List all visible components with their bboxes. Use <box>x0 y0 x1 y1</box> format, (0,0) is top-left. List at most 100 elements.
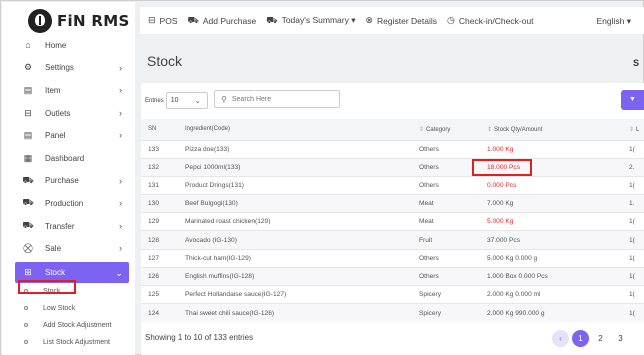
circle-icon <box>24 340 28 345</box>
truck-icon: ⛟ <box>22 197 34 208</box>
search-placeholder: Search Here <box>231 95 272 103</box>
brand-logo[interactable]: FiN RMS <box>28 8 130 34</box>
checkin-checkout-link[interactable]: ◷ Check-in/Check-out <box>447 15 534 26</box>
page-button-1[interactable]: 1 <box>572 330 589 347</box>
col-ingredient[interactable]: Ingredient(Code) <box>178 119 410 140</box>
panel-icon: ▤ <box>23 130 33 141</box>
col-last[interactable]: ⇕ L <box>621 119 644 140</box>
sort-icon: ⇕ <box>487 126 493 133</box>
table-row[interactable]: 128 Avocado (IG-130) Fruit 37.000 Pcs 1( <box>141 230 644 250</box>
stock-icon: ⊞ <box>24 266 32 277</box>
page-title: Stock <box>147 53 183 69</box>
chevron-right-icon: › <box>119 107 122 118</box>
col-sn[interactable]: SN <box>141 119 178 140</box>
sidebar-item-purchase[interactable]: ⛟ Purchase › <box>2 170 135 193</box>
truck-icon: ⛟ <box>266 14 278 25</box>
cell-ingredient: Beef Bulgogi(130) <box>178 194 410 213</box>
cell-last: 1( <box>621 266 644 286</box>
stock-highlight-box <box>18 280 76 294</box>
cell-sn: 126 <box>141 266 178 286</box>
cell-stock-qty: 2.000 Kg 990.000 g <box>478 303 621 322</box>
entries-label: Entries <box>145 97 164 104</box>
cell-sn: 133 <box>141 139 178 159</box>
logo-text: FiN RMS <box>57 12 130 30</box>
cell-category: Others <box>410 266 478 286</box>
cell-last: 2. <box>621 157 644 177</box>
add-purchase-link[interactable]: ⛟ Add Purchase <box>188 15 257 27</box>
page-title-right: S <box>632 58 639 68</box>
sidebar-item-sale[interactable]: ⛒ Sale › <box>2 237 135 260</box>
cell-sn: 128 <box>141 230 178 250</box>
page-button-3[interactable]: 3 <box>612 330 629 347</box>
stock-table: SN Ingredient(Code) ⇕ Category ⇕ Stock Qty… <box>141 119 644 322</box>
sidebar-item-settings[interactable]: ⚙ Settings › <box>2 57 135 80</box>
home-icon: ⌂ <box>25 40 31 51</box>
sidebar-nav: ⌂ Home ⚙ Settings › ▤ Item › ⊟ Outlets › ▤ Panel › ▦ Da… <box>2 34 135 351</box>
cell-ingredient: Product Drings(131) <box>178 175 410 195</box>
cell-category: Others <box>410 248 478 268</box>
cell-category: Others <box>410 139 478 159</box>
table-row[interactable]: 125 Perfect Hollandaise sauce(IG-127) Spic… <box>141 284 644 304</box>
cell-stock-qty: 7.000 Kg <box>478 194 621 213</box>
language-select[interactable]: English ▾ <box>596 16 631 27</box>
chevron-right-icon: › <box>119 85 122 96</box>
sidebar-item-production[interactable]: ⛟ Production › <box>2 192 135 215</box>
table-row[interactable]: 130 Beef Bulgogi(130) Meat 7.000 Kg 1. <box>141 194 644 213</box>
sidebar-item-dashboard[interactable]: ▦ Dashboard <box>2 147 135 170</box>
cell-stock-qty: 5.000 Kg 0.000 g <box>478 248 621 268</box>
sidebar-item-item[interactable]: ▤ Item › <box>2 79 135 102</box>
table-row[interactable]: 131 Product Drings(131) Others 0.000 Pcs 1( <box>141 175 644 195</box>
sidebar-item-home[interactable]: ⌂ Home <box>2 34 135 57</box>
todays-summary-dropdown[interactable]: ⛟ Today's Summary ▾ <box>266 15 355 27</box>
chevron-right-icon: › <box>119 220 122 231</box>
cell-ingredient: Thai sweet chili sauce(IG-126) <box>178 303 410 322</box>
cell-ingredient: Thick-cut ham(IG-129) <box>178 248 410 268</box>
search-input[interactable]: ⚲ Search Here <box>214 90 340 108</box>
chevron-down-icon: ⌄ <box>115 267 123 278</box>
table-row[interactable]: 124 Thai sweet chili sauce(IG-126) Spicery… <box>141 303 644 322</box>
cart-icon: ⛒ <box>23 243 33 254</box>
submenu-item-list-stock-adjustment[interactable]: List Stock Adjustment <box>2 334 135 351</box>
entries-select[interactable]: 10 ⌄ <box>165 92 208 109</box>
cell-sn: 124 <box>141 303 178 322</box>
sort-icon: ⇕ <box>419 126 425 133</box>
chevron-down-icon: ⌄ <box>194 98 201 105</box>
col-stock-qty[interactable]: ⇕ Stock Qty/Amount <box>478 119 621 140</box>
chevron-right-icon: › <box>119 243 122 254</box>
cell-last: 1( <box>621 175 644 195</box>
sort-icon: ⇕ <box>629 126 635 133</box>
sidebar-item-outlets[interactable]: ⊟ Outlets › <box>2 102 135 125</box>
sidebar: FiN RMS ⌂ Home ⚙ Settings › ▤ Item › ⊟ Outlets › ▤ P… <box>2 2 135 355</box>
truck-icon: ⛟ <box>22 174 34 185</box>
table-row[interactable]: 127 Thick-cut ham(IG-129) Others 5.000 Kg 0… <box>141 248 644 268</box>
cell-last: 1( <box>621 139 644 159</box>
chevron-right-icon: › <box>119 62 122 73</box>
pos-link[interactable]: ⊟ POS <box>148 15 178 26</box>
chevron-right-icon: › <box>119 198 122 209</box>
register-details-link[interactable]: ⊗ Register Details <box>365 15 437 26</box>
cell-sn: 125 <box>141 284 178 304</box>
table-row[interactable]: 129 Marinated roast chicken(129) Meat 5.000… <box>141 212 644 231</box>
table-row[interactable]: 126 English muffins(IG-128) Others 1.000 Bo… <box>141 266 644 286</box>
sidebar-item-transfer[interactable]: ⛟ Transfer › <box>2 215 135 238</box>
cell-category: Spicery <box>410 303 478 322</box>
cell-last: 1( <box>621 303 644 322</box>
page-button-2[interactable]: 2 <box>592 330 609 347</box>
col-category[interactable]: ⇕ Category <box>410 119 478 140</box>
cell-sn: 131 <box>141 175 178 195</box>
circle-icon <box>24 306 28 311</box>
table-row[interactable]: 132 Pepci 1000ml(133) Others 18.000 Pcs 2. <box>141 157 644 177</box>
cell-category: Spicery <box>410 284 478 304</box>
cell-sn: 132 <box>141 157 178 177</box>
table-row[interactable]: 133 Pizza doe(133) Others 1.000 Kg 1( <box>141 139 644 159</box>
document-icon: ▤ <box>23 84 33 95</box>
submenu-item-low-stock[interactable]: Low Stock <box>2 300 135 317</box>
prev-page-button[interactable]: ‹ <box>552 330 569 347</box>
pos-icon: ⊟ <box>148 15 156 25</box>
cell-last: 1( <box>621 230 644 250</box>
logo-icon <box>28 9 52 33</box>
filter-button[interactable]: ▼ <box>621 90 644 110</box>
submenu-item-add-stock-adjustment[interactable]: Add Stock Adjustment <box>2 317 135 334</box>
cell-ingredient: Pepci 1000ml(133) <box>178 157 410 177</box>
sidebar-item-panel[interactable]: ▤ Panel › <box>2 124 135 147</box>
